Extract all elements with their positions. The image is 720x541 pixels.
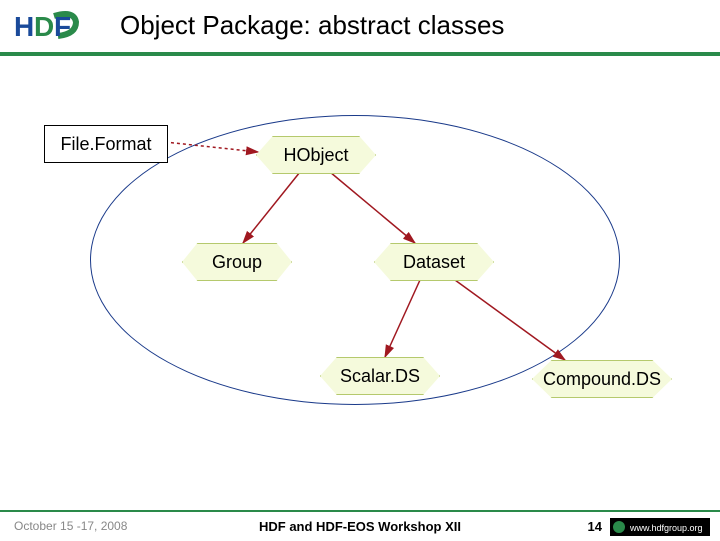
page-number: 14 xyxy=(588,519,602,534)
node-scalards: Scalar.DS xyxy=(320,357,440,395)
svg-text:H: H xyxy=(14,11,34,42)
node-dataset: Dataset xyxy=(374,243,494,281)
footer-org-text: www.hdfgroup.org xyxy=(629,523,703,533)
slide-title: Object Package: abstract classes xyxy=(120,10,504,41)
hdf-logo: H D F xyxy=(14,8,84,49)
node-label: Scalar.DS xyxy=(340,366,420,387)
node-label: Dataset xyxy=(403,252,465,273)
node-label: HObject xyxy=(283,145,348,166)
slide-header: H D F Object Package: abstract classes xyxy=(0,0,720,52)
svg-text:D: D xyxy=(34,11,54,42)
header-underline xyxy=(0,52,720,56)
node-hobject: HObject xyxy=(256,136,376,174)
node-group: Group xyxy=(182,243,292,281)
node-label: Compound.DS xyxy=(543,369,661,390)
footer-org-logo: www.hdfgroup.org xyxy=(610,518,710,541)
footer-date: October 15 -17, 2008 xyxy=(14,519,127,533)
node-label: Group xyxy=(212,252,262,273)
class-diagram: File.Format HObject Group Dataset Scalar… xyxy=(0,60,720,490)
node-label: File.Format xyxy=(60,134,151,155)
node-fileformat: File.Format xyxy=(44,125,168,163)
svg-text:F: F xyxy=(54,11,71,42)
node-compoundds: Compound.DS xyxy=(532,360,672,398)
slide-footer: October 15 -17, 2008 HDF and HDF-EOS Wor… xyxy=(0,510,720,540)
